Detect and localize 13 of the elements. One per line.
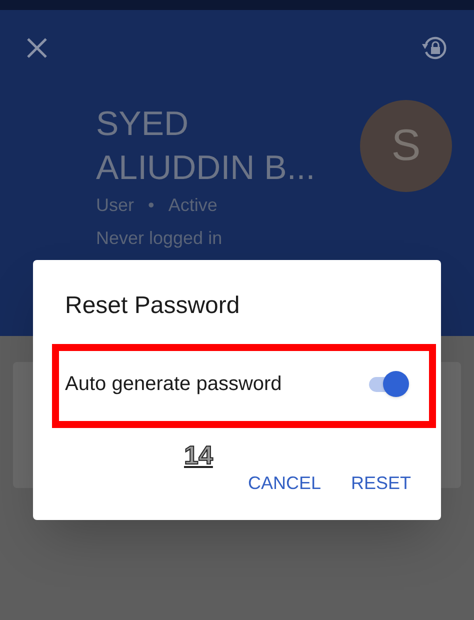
dialog-action-button[interactable]: RESET	[350, 470, 411, 497]
lock-reset-icon[interactable]	[420, 34, 448, 62]
last-login-text: Never logged in	[96, 227, 224, 250]
user-status: Active	[168, 194, 218, 217]
close-icon[interactable]	[26, 37, 48, 59]
user-name: SYED ALIUDDIN B...	[96, 104, 316, 189]
toggle-switch[interactable]	[367, 371, 409, 397]
user-role: User	[96, 194, 134, 217]
annotation-number: 14	[184, 439, 213, 472]
option-label: Auto generate password	[65, 372, 282, 397]
dialog-title: Reset Password	[65, 291, 240, 321]
dialog-action-button[interactable]: CANCEL	[248, 470, 321, 497]
separator-dot: •	[148, 194, 154, 217]
